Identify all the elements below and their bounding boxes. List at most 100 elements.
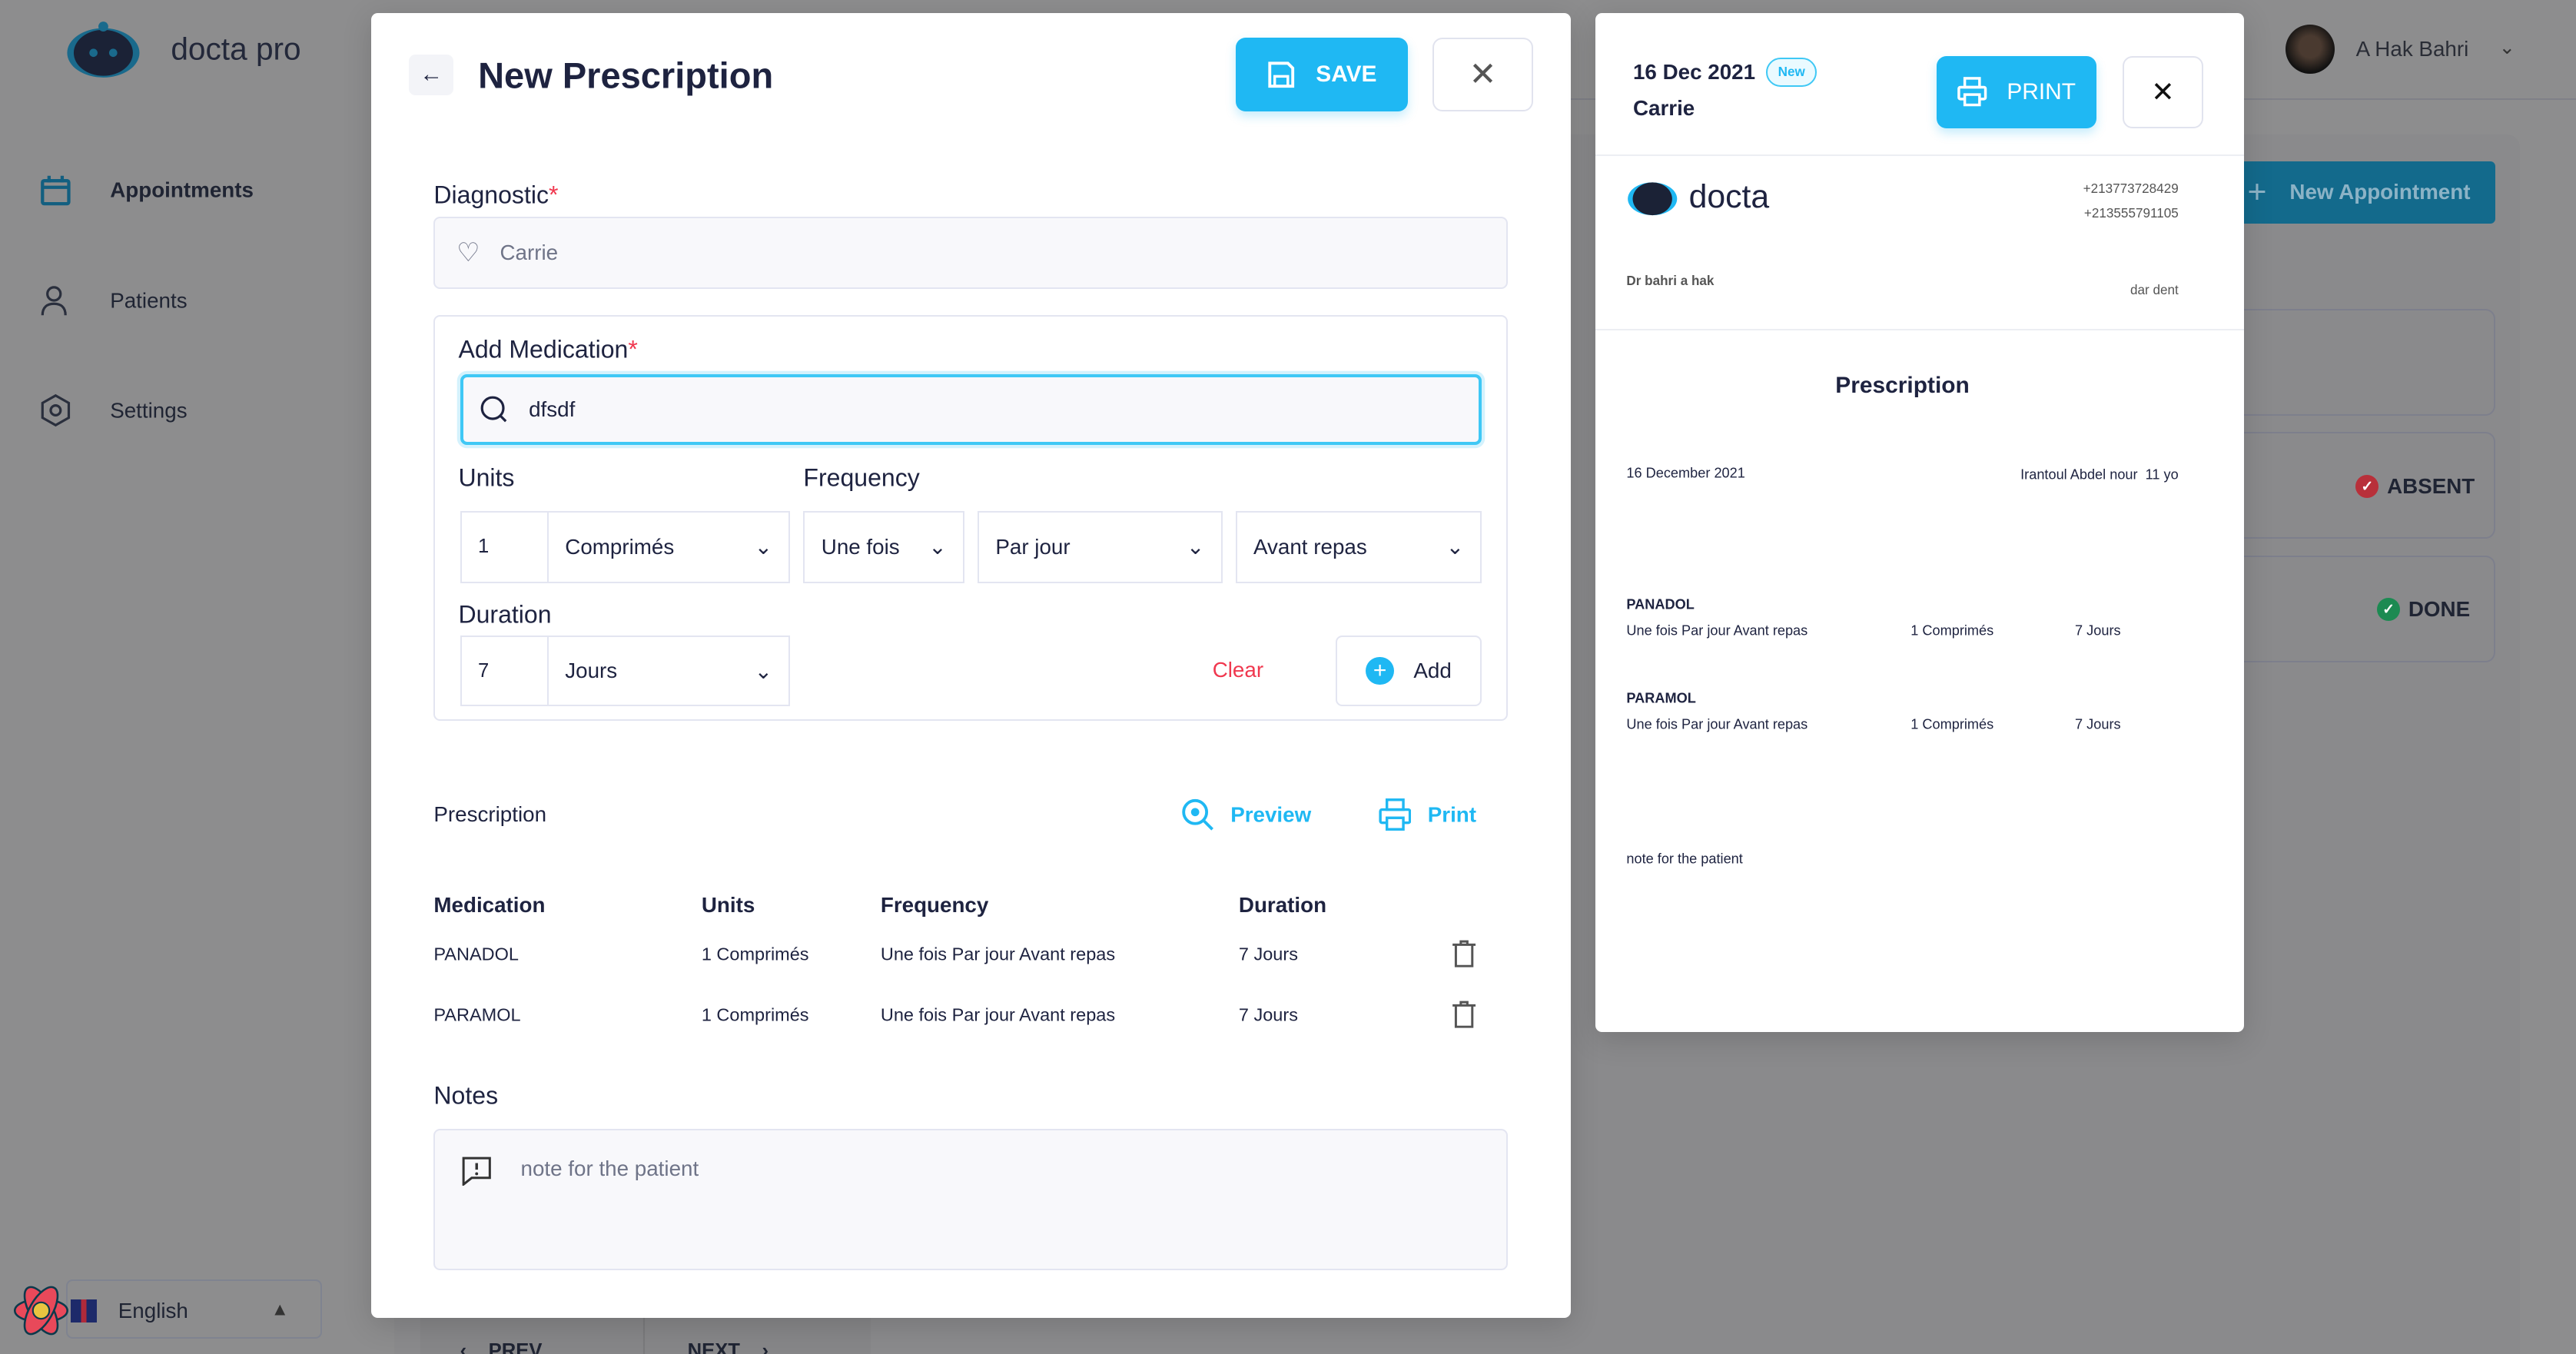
patient-info: Irantoul Abdel nour 11 yo (2020, 466, 2179, 483)
back-button[interactable]: ← (409, 54, 454, 95)
medication-search-value: dfsdf (529, 397, 576, 422)
clinic-name: dar dent (2130, 283, 2179, 298)
medication-search-input[interactable]: dfsdf (460, 374, 1482, 446)
add-label: Add (1413, 659, 1452, 683)
notes-textarea[interactable]: note for the patient (433, 1128, 1509, 1270)
close-icon: ✕ (2151, 76, 2175, 108)
cell-units: 1 Comprimés (701, 1004, 809, 1025)
users-icon (41, 286, 68, 316)
user-name[interactable]: A Hak Bahri (2356, 37, 2469, 61)
sidebar-item-appointments[interactable]: Appointments (39, 174, 254, 207)
status-text: ABSENT (2387, 473, 2475, 498)
avatar[interactable] (2285, 25, 2335, 75)
notes-value: note for the patient (520, 1156, 699, 1180)
react-devtools-icon[interactable] (12, 1281, 71, 1347)
plus-circle-icon: + (1366, 657, 1394, 685)
item-name: PANADOL (1626, 596, 1695, 612)
next-label: NEXT (687, 1340, 740, 1354)
check-circle-icon: ✓ (2377, 598, 2401, 621)
add-button[interactable]: + Add (1336, 636, 1482, 707)
item-name: PARAMOL (1626, 690, 1696, 706)
preview-button[interactable]: Preview (1181, 798, 1311, 831)
language-label: English (118, 1298, 188, 1322)
duration-unit-select[interactable]: Jours ⌄ (546, 636, 791, 707)
calendar-icon (41, 175, 71, 206)
next-button[interactable]: NEXT › (645, 1318, 871, 1354)
language-select[interactable]: English ▲ (65, 1279, 322, 1339)
print-button[interactable]: Print (1379, 798, 1476, 831)
status-badge: ✓ ABSENT (2355, 474, 2475, 499)
frequency-label: Frequency (803, 463, 920, 492)
print-button[interactable]: PRINT (1937, 55, 2096, 128)
units-label: Units (458, 463, 515, 492)
sidebar-item-label: Patients (110, 288, 188, 313)
sidebar-item-label: Settings (110, 398, 188, 423)
pagination: ‹ PREV NEXT › (420, 1317, 871, 1354)
chevron-down-icon: ⌄ (1446, 535, 1464, 559)
sidebar-item-patients[interactable]: Patients (39, 284, 188, 317)
prev-button[interactable]: ‹ PREV (420, 1317, 645, 1354)
new-appointment-label: New Appointment (2289, 180, 2471, 204)
appointment-card[interactable]: ✓ DONE (2201, 555, 2496, 662)
units-quantity-input[interactable]: 1 (460, 510, 549, 583)
divider (1595, 154, 2245, 157)
save-label: SAVE (1316, 61, 1377, 88)
chevron-down-icon: ⌄ (928, 535, 947, 559)
chevron-down-icon[interactable]: ⌄ (2499, 36, 2515, 59)
phone-2: +213555791105 (2083, 205, 2179, 221)
appointment-card[interactable] (2201, 308, 2496, 416)
zoom-search-icon (1182, 799, 1214, 831)
preview-label: Preview (1230, 802, 1312, 827)
preview-note: note for the patient (1626, 851, 1743, 867)
close-button[interactable]: ✕ (1432, 38, 1533, 112)
item-frequency: Une fois Par jour Avant repas (1626, 716, 1808, 732)
duration-value-input[interactable]: 7 (460, 636, 549, 707)
diagnostic-value: Carrie (500, 241, 559, 265)
column-header-duration: Duration (1238, 892, 1327, 917)
chevron-down-icon: ⌄ (754, 535, 772, 559)
cell-duration: 7 Jours (1238, 1004, 1298, 1025)
cell-frequency: Une fois Par jour Avant repas (880, 1004, 1116, 1025)
column-header-medication: Medication (433, 892, 546, 917)
preview-patient: Carrie (1632, 96, 1695, 121)
chevron-up-icon: ▲ (271, 1299, 289, 1319)
clear-button[interactable]: Clear (1213, 658, 1263, 682)
frequency-period-select[interactable]: Par jour ⌄ (977, 510, 1223, 583)
phone-1: +213773728429 (2083, 181, 2179, 196)
save-icon (1268, 61, 1295, 88)
prescription-label: Prescription (433, 802, 547, 827)
cell-units: 1 Comprimés (701, 944, 809, 964)
chevron-down-icon: ⌄ (1186, 535, 1205, 559)
trash-icon[interactable] (1451, 940, 1477, 967)
trash-icon[interactable] (1451, 1001, 1477, 1028)
frequency-times-select[interactable]: Une fois ⌄ (803, 510, 964, 583)
uk-flag-icon (70, 1299, 97, 1322)
prescription-date: 16 December 2021 (1626, 465, 1745, 481)
save-button[interactable]: SAVE (1235, 38, 1409, 112)
divider (1595, 328, 2245, 330)
units-type-select[interactable]: Comprimés ⌄ (546, 510, 791, 583)
cell-duration: 7 Jours (1238, 944, 1298, 964)
diagnostic-label: Diagnostic* (433, 181, 559, 209)
appointment-card[interactable]: ✓ ABSENT (2201, 432, 2496, 539)
column-header-units: Units (701, 892, 755, 917)
sidebar-item-settings[interactable]: Settings (39, 394, 188, 427)
logo-text: docta (1688, 178, 1770, 215)
frequency-timing-select[interactable]: Avant repas ⌄ (1235, 510, 1482, 583)
status-badge: ✓ DONE (2377, 597, 2470, 622)
diagnostic-input[interactable]: ♡ Carrie (433, 217, 1509, 290)
cell-medication: PARAMOL (433, 1004, 521, 1025)
search-icon (480, 396, 507, 423)
new-appointment-button[interactable]: + New Appointment (2227, 161, 2496, 224)
close-button[interactable]: ✕ (2123, 55, 2203, 128)
print-label: Print (1427, 802, 1477, 827)
page-title: New Prescription (478, 55, 774, 96)
new-badge: New (1766, 57, 1817, 88)
duration-label: Duration (458, 600, 552, 629)
prev-label: PREV (488, 1340, 543, 1354)
status-text: DONE (2408, 596, 2471, 621)
cell-frequency: Une fois Par jour Avant repas (880, 944, 1116, 964)
message-alert-icon (462, 1157, 491, 1186)
column-header-frequency: Frequency (880, 892, 989, 917)
app-root: docta pro Appointments Patients Settings… (0, 0, 2576, 1354)
